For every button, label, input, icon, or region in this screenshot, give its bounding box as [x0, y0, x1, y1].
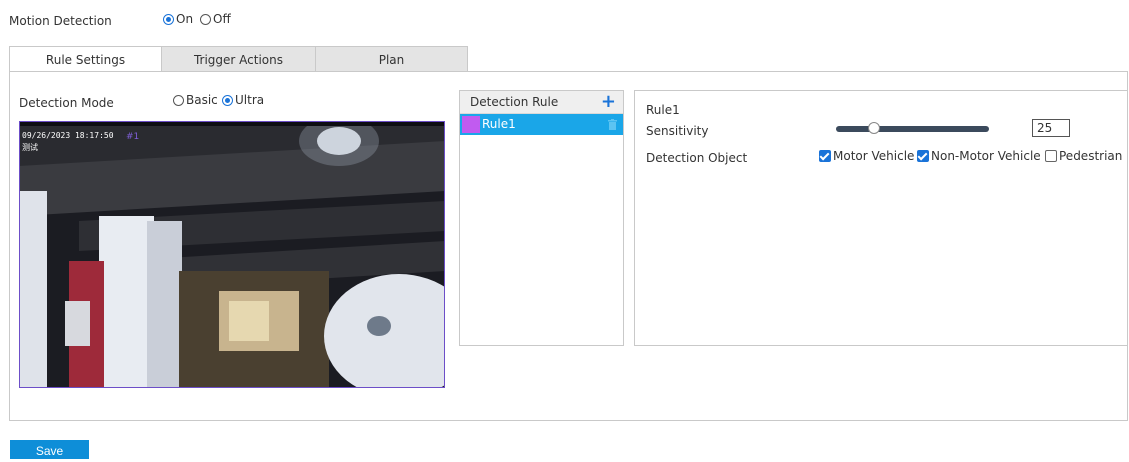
- non-motor-vehicle-checkbox[interactable]: [917, 150, 929, 162]
- motion-on-radio[interactable]: [163, 14, 174, 25]
- tab-trigger-actions[interactable]: Trigger Actions: [161, 46, 316, 72]
- motor-vehicle-checkbox[interactable]: [819, 150, 831, 162]
- video-rule-marker: #1: [126, 132, 140, 142]
- object-motor-vehicle[interactable]: Motor Vehicle: [819, 149, 914, 163]
- trash-icon[interactable]: [608, 119, 617, 130]
- sensitivity-slider[interactable]: [836, 122, 989, 134]
- mode-ultra-radio[interactable]: [222, 95, 233, 106]
- video-scene: [19, 121, 445, 388]
- tab-rule-settings[interactable]: Rule Settings: [9, 46, 162, 72]
- object-pedestrian[interactable]: Pedestrian: [1045, 149, 1122, 163]
- video-channel-text: 测试: [22, 143, 38, 152]
- rule-list-item-label: Rule1: [482, 117, 516, 131]
- rule-color-swatch: [462, 116, 480, 133]
- detection-rule-header: Detection Rule +: [460, 91, 623, 114]
- detection-rule-title: Detection Rule: [470, 95, 559, 109]
- motion-on-option[interactable]: On: [163, 12, 193, 26]
- pedestrian-label: Pedestrian: [1059, 149, 1123, 163]
- tab-plan[interactable]: Plan: [315, 46, 468, 72]
- pedestrian-checkbox[interactable]: [1045, 150, 1057, 162]
- motion-off-option[interactable]: Off: [200, 12, 231, 26]
- motor-vehicle-label: Motor Vehicle: [833, 149, 915, 163]
- motion-on-label: On: [176, 12, 194, 26]
- detection-object-label: Detection Object: [646, 151, 748, 165]
- detection-mode-label: Detection Mode: [19, 96, 114, 110]
- video-preview[interactable]: 09/26/2023 18:17:50 测试 #1: [19, 121, 445, 388]
- object-non-motor-vehicle[interactable]: Non-Motor Vehicle: [917, 149, 1041, 163]
- mode-basic-radio[interactable]: [173, 95, 184, 106]
- mode-ultra-option[interactable]: Ultra: [222, 93, 264, 107]
- sensitivity-input[interactable]: [1032, 119, 1070, 137]
- save-button[interactable]: Save: [10, 440, 89, 459]
- motion-off-radio[interactable]: [200, 14, 211, 25]
- mode-ultra-label: Ultra: [235, 93, 265, 107]
- mode-basic-option[interactable]: Basic: [173, 93, 218, 107]
- plus-icon[interactable]: +: [601, 91, 616, 113]
- motion-off-label: Off: [213, 12, 231, 26]
- motion-detection-label: Motion Detection: [9, 14, 112, 28]
- detection-rule-list: Detection Rule + Rule1: [459, 90, 624, 346]
- rule-list-item[interactable]: Rule1: [460, 114, 623, 135]
- non-motor-vehicle-label: Non-Motor Vehicle: [931, 149, 1041, 163]
- rule-detail-title: Rule1: [646, 103, 680, 117]
- mode-basic-label: Basic: [186, 93, 218, 107]
- video-timestamp: 09/26/2023 18:17:50: [22, 131, 114, 140]
- sensitivity-label: Sensitivity: [646, 124, 709, 138]
